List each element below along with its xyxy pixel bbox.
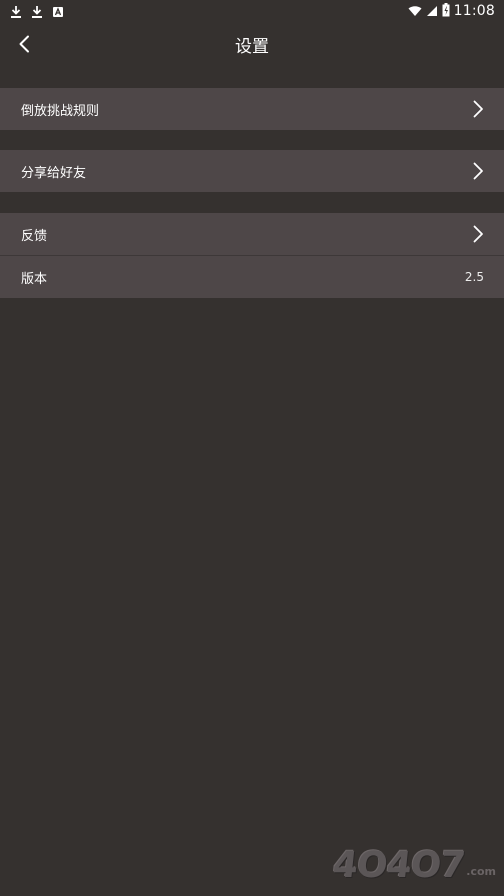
list-item-label: 版本: [21, 271, 48, 287]
list-item-reverse-challenge-rules[interactable]: 倒放挑战规则: [0, 88, 504, 130]
list-item-version: 版本 2.5: [0, 256, 504, 298]
signal-icon: [426, 2, 438, 21]
app-notification-icon: [52, 4, 64, 18]
watermark-logo: 4O4O7 .com: [330, 845, 496, 886]
version-value: 2.5: [464, 270, 484, 284]
watermark-text: 4O4O7: [330, 845, 467, 886]
settings-group-rules: 倒放挑战规则: [0, 88, 504, 130]
list-item-share-to-friends[interactable]: 分享给好友: [0, 150, 504, 192]
toolbar: 设置: [0, 22, 504, 66]
list-item-label: 分享给好友: [21, 165, 87, 181]
status-time: 11:08: [453, 3, 495, 19]
wifi-icon: [408, 2, 422, 21]
chevron-right-icon: [473, 100, 483, 118]
status-bar: 11:08: [0, 0, 504, 22]
battery-icon: [442, 2, 450, 21]
settings-group-about: 反馈 版本 2.5: [0, 213, 504, 298]
download-icon: [31, 4, 43, 18]
chevron-right-icon: [473, 225, 483, 243]
chevron-right-icon: [473, 162, 483, 180]
download-icon: [10, 4, 22, 18]
list-item-label: 倒放挑战规则: [21, 103, 100, 119]
page-title: 设置: [235, 37, 269, 57]
list-item-feedback[interactable]: 反馈: [0, 213, 504, 255]
list-item-label: 反馈: [21, 228, 48, 244]
settings-group-share: 分享给好友: [0, 150, 504, 192]
watermark-suffix: .com: [466, 865, 496, 878]
